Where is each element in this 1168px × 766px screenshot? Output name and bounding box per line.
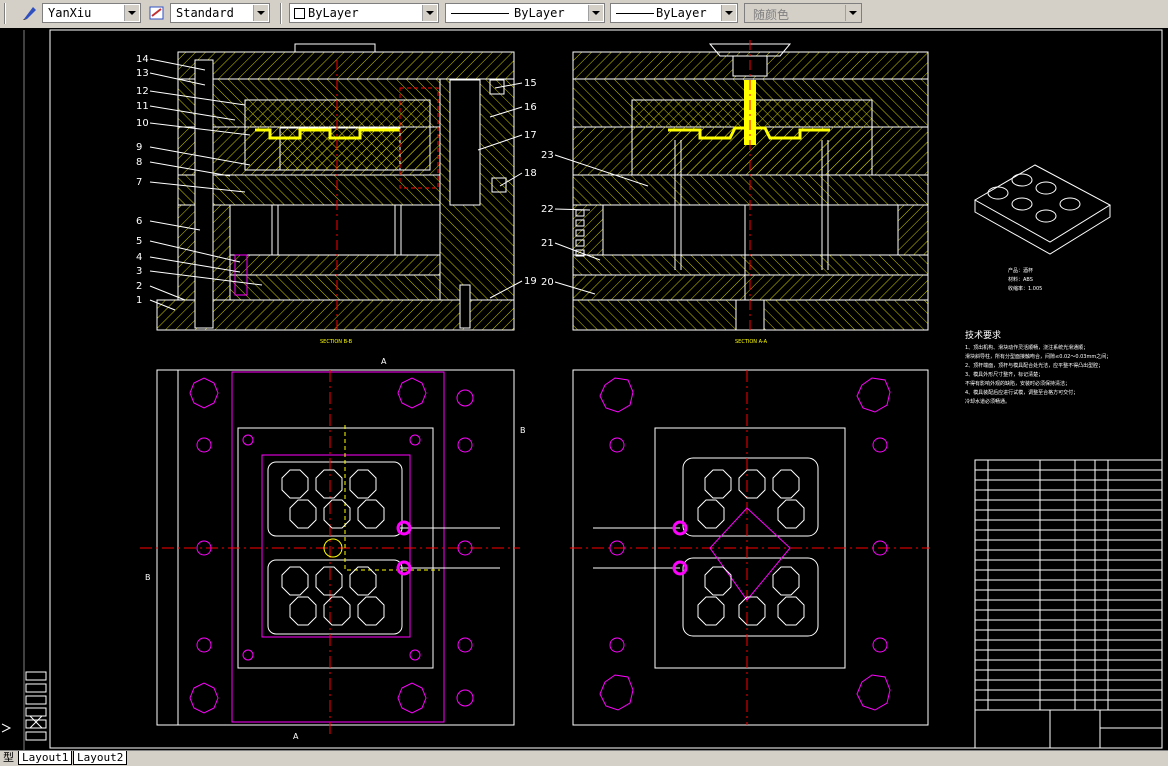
svg-text:13: 13: [136, 68, 149, 79]
chevron-down-icon[interactable]: [588, 5, 603, 21]
linetype-combo[interactable]: ByLayer: [445, 3, 605, 23]
svg-text:15: 15: [524, 78, 537, 89]
plan-view-fixed-half: [140, 369, 520, 735]
dimension-style-combo[interactable]: Standard: [170, 3, 270, 23]
svg-text:3: 3: [136, 266, 142, 277]
tab-model[interactable]: 型: [0, 751, 17, 764]
svg-text:B: B: [520, 426, 526, 435]
text-style-value: YanXiu: [48, 6, 92, 20]
section-view-b: SECTION B-B: [156, 43, 515, 345]
svg-text:B: B: [145, 573, 151, 582]
chevron-down-icon[interactable]: [721, 5, 736, 21]
section-a-label: SECTION A-A: [735, 339, 768, 345]
svg-text:7: 7: [136, 177, 142, 188]
linetype-value: ByLayer: [514, 6, 565, 20]
text-style-icon[interactable]: [21, 4, 39, 22]
color-value: ByLayer: [308, 6, 359, 20]
svg-text:8: 8: [136, 157, 142, 168]
svg-text:9: 9: [136, 142, 142, 153]
bill-of-materials: [974, 459, 1163, 749]
tab-layout2[interactable]: Layout2: [73, 751, 128, 765]
dimension-style-icon[interactable]: [148, 4, 166, 22]
svg-text:10: 10: [136, 118, 149, 129]
dimension-style-value: Standard: [176, 6, 234, 20]
part-info: 产品：酒杯 材料：ABS 收缩率：1.005: [1008, 267, 1042, 292]
plot-style-combo: 随颜色: [744, 3, 862, 23]
cad-drawing[interactable]: SECTION B-B 14 13 12 11 10 9 8 7 6 5 4 3…: [0, 28, 1168, 750]
svg-text:1: 1: [136, 295, 142, 306]
chevron-down-icon[interactable]: [253, 5, 268, 21]
svg-text:滑块斜导柱，所有分型面接触吻合，间隙≤0.02～0.03mm: 滑块斜导柱，所有分型面接触吻合，间隙≤0.02～0.03mm之间；: [965, 353, 1111, 360]
toolbar-separator: [280, 3, 282, 24]
svg-text:3、模具外形尺寸整齐，标记清楚；: 3、模具外形尺寸整齐，标记清楚；: [965, 371, 1043, 378]
chevron-down-icon[interactable]: [422, 5, 437, 21]
svg-text:A: A: [293, 732, 299, 741]
technical-requirements: 技术要求 1、顶出机构、滑块动作灵活顺畅，浇注系统光滑通顺； 滑块斜导柱，所有分…: [965, 329, 1111, 405]
svg-text:冷却水道必须畅通。: 冷却水道必须畅通。: [965, 398, 1010, 405]
toolbar-separator: [4, 3, 6, 24]
svg-text:1、顶出机构、滑块动作灵活顺畅，浇注系统光滑通顺；: 1、顶出机构、滑块动作灵活顺畅，浇注系统光滑通顺；: [965, 344, 1088, 351]
tab-layout1[interactable]: Layout1: [18, 751, 73, 765]
svg-text:11: 11: [136, 101, 149, 112]
section-view-a: SECTION A-A: [572, 40, 929, 345]
section-b-label: SECTION B-B: [320, 339, 353, 345]
svg-text:21: 21: [541, 238, 554, 249]
svg-text:6: 6: [136, 216, 142, 227]
svg-text:产品：酒杯: 产品：酒杯: [1008, 267, 1033, 274]
drawing-canvas[interactable]: SECTION B-B 14 13 12 11 10 9 8 7 6 5 4 3…: [0, 28, 1168, 750]
tech-title: 技术要求: [965, 329, 1001, 341]
svg-text:12: 12: [136, 86, 149, 97]
svg-text:23: 23: [541, 150, 554, 161]
color-combo[interactable]: ByLayer: [289, 3, 439, 23]
svg-text:18: 18: [524, 168, 537, 179]
chevron-down-icon[interactable]: [124, 5, 139, 21]
properties-toolbar: YanXiu Standard ByLayer ByLayer ByLayer …: [0, 0, 1168, 29]
chevron-down-icon: [845, 5, 860, 21]
svg-text:2: 2: [136, 281, 142, 292]
lineweight-combo[interactable]: ByLayer: [610, 3, 738, 23]
lineweight-value: ByLayer: [656, 6, 707, 20]
plot-style-value: 随颜色: [753, 8, 790, 22]
section-marks: A A B B: [145, 357, 526, 741]
layout-tab-bar: 型 Layout1 Layout2: [0, 750, 1168, 766]
svg-text:4、模具装配后应进行试模，调整至合格方可交付；: 4、模具装配后应进行试模，调整至合格方可交付；: [965, 389, 1078, 396]
svg-text:材料：ABS: 材料：ABS: [1008, 276, 1033, 283]
text-style-combo[interactable]: YanXiu: [42, 3, 141, 23]
svg-text:4: 4: [136, 252, 142, 263]
svg-text:A: A: [381, 357, 387, 366]
svg-text:5: 5: [136, 236, 142, 247]
svg-text:17: 17: [524, 130, 537, 141]
svg-text:不得有影响外观的缺陷，安装时必须保持清洁；: 不得有影响外观的缺陷，安装时必须保持清洁；: [965, 380, 1070, 387]
linetype-sample-icon: [451, 13, 509, 14]
svg-text:14: 14: [136, 54, 149, 65]
lineweight-sample-icon: [616, 13, 654, 14]
svg-text:16: 16: [524, 102, 537, 113]
part-isometric-view: [973, 164, 1112, 255]
svg-text:2、顶杆端面，顶杆与模具配合处光洁，应平整不得凸出型腔；: 2、顶杆端面，顶杆与模具配合处光洁，应平整不得凸出型腔；: [965, 362, 1103, 369]
svg-text:收缩率：1.005: 收缩率：1.005: [1008, 285, 1042, 292]
svg-text:19: 19: [524, 276, 537, 287]
svg-text:20: 20: [541, 277, 554, 288]
svg-text:22: 22: [541, 204, 554, 215]
color-swatch-icon: [294, 8, 305, 19]
